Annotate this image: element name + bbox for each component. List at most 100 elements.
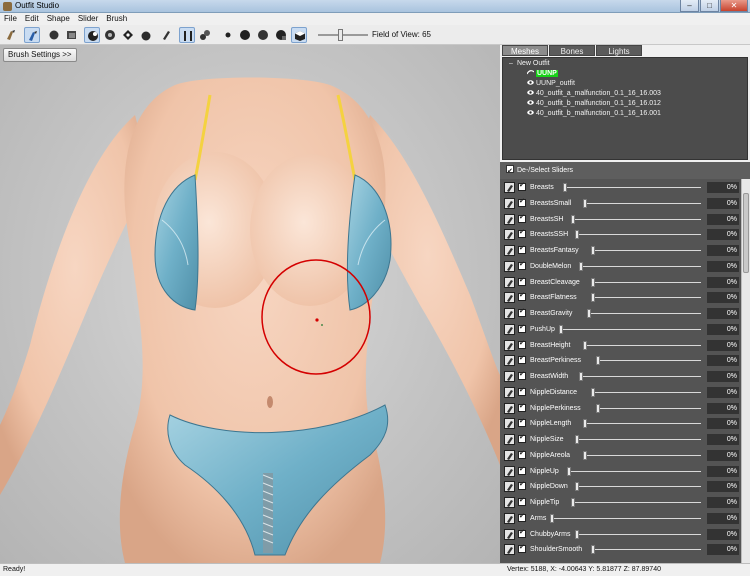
edit-slider-icon[interactable]	[504, 245, 515, 256]
slider-track[interactable]	[591, 281, 701, 283]
slider-checkbox[interactable]	[518, 496, 526, 506]
edit-slider-icon[interactable]	[504, 260, 515, 272]
eye-icon[interactable]	[527, 89, 534, 96]
slider-checkbox[interactable]	[518, 543, 526, 554]
slider-thumb[interactable]	[558, 324, 563, 334]
tree-item-outfit-b-012[interactable]: 40_outfit_b_malfunction_0.1_16_16.012	[527, 99, 661, 109]
tree-item-outfit-a-003[interactable]: 40_outfit_a_malfunction_0.1_16_16.003	[527, 89, 661, 99]
edit-slider-icon[interactable]	[504, 449, 515, 461]
slider-track[interactable]	[587, 313, 701, 314]
slider-value-field[interactable]: 0%	[707, 465, 739, 477]
slider-checkbox[interactable]	[518, 512, 526, 522]
slider-value-field[interactable]: 0%	[707, 292, 739, 304]
slider-value-field[interactable]: 0%	[707, 481, 739, 493]
tree-item-uunp-outfit[interactable]: UUNP_outfit	[527, 79, 575, 89]
edit-slider-icon[interactable]	[504, 229, 515, 241]
slider-checkbox[interactable]	[518, 449, 526, 459]
menu-shape[interactable]: Shape	[43, 13, 74, 25]
slider-value-field[interactable]: 0%	[707, 308, 739, 319]
eye-icon[interactable]	[527, 79, 534, 86]
menu-file[interactable]: File	[0, 13, 21, 25]
slider-value-field[interactable]: 0%	[707, 528, 739, 540]
edit-slider-icon[interactable]	[504, 544, 515, 556]
slider-checkbox[interactable]	[518, 528, 526, 538]
slider-value-field[interactable]: 0%	[707, 402, 739, 414]
slider-checkbox[interactable]	[518, 213, 526, 223]
slider-checkbox[interactable]	[518, 354, 526, 365]
slider-thumb[interactable]	[575, 482, 579, 492]
edit-slider-icon[interactable]	[504, 418, 515, 430]
vertex-view-icon[interactable]	[197, 27, 213, 43]
slider-checkbox[interactable]	[518, 291, 526, 302]
slider-value-field[interactable]: 0%	[707, 512, 739, 524]
edit-slider-icon[interactable]	[504, 481, 515, 493]
slider-checkbox[interactable]	[518, 276, 526, 286]
edit-slider-icon[interactable]	[504, 512, 515, 524]
slider-track[interactable]	[562, 187, 701, 188]
slider-checkbox[interactable]	[518, 228, 526, 239]
slider-thumb[interactable]	[575, 529, 579, 539]
slider-track[interactable]	[583, 454, 701, 456]
slider-value-field[interactable]: 0%	[707, 355, 739, 367]
slider-value-field[interactable]: 0%	[707, 386, 739, 398]
slider-track[interactable]	[575, 533, 701, 535]
slider-track[interactable]	[595, 407, 701, 409]
slider-track[interactable]	[595, 360, 701, 362]
slider-scrollbar-thumb[interactable]	[743, 193, 749, 273]
slider-value-field[interactable]: 0%	[707, 449, 739, 461]
slider-thumb[interactable]	[566, 466, 571, 476]
slider-track[interactable]	[591, 250, 701, 251]
edit-slider-icon[interactable]	[504, 308, 515, 319]
slider-value-field[interactable]: 0%	[707, 229, 739, 241]
xmirror-icon[interactable]	[158, 27, 174, 43]
eye-icon[interactable]	[527, 109, 534, 116]
slider-checkbox[interactable]	[518, 433, 526, 443]
collapse-icon[interactable]: –	[509, 59, 515, 69]
slider-thumb[interactable]	[579, 372, 584, 381]
edit-slider-icon[interactable]	[504, 339, 515, 351]
edit-slider-icon[interactable]	[504, 465, 515, 477]
mask-brush-icon[interactable]	[102, 27, 118, 43]
tree-item-uunp[interactable]: UUNP	[526, 69, 558, 79]
slider-value-field[interactable]: 0%	[707, 434, 739, 445]
edit-slider-icon[interactable]	[504, 292, 515, 304]
slider-track[interactable]	[583, 202, 701, 204]
slider-checkbox[interactable]	[518, 307, 526, 317]
tab-meshes[interactable]: Meshes	[502, 45, 548, 56]
tree-root[interactable]: – New Outfit	[509, 59, 550, 69]
undiff-brush-icon[interactable]	[120, 27, 136, 43]
slider-checkbox[interactable]	[518, 197, 526, 207]
slider-track[interactable]	[558, 328, 701, 330]
slider-scrollbar[interactable]	[741, 179, 750, 563]
slider-value-field[interactable]: 0%	[707, 197, 739, 209]
slider-track[interactable]	[566, 470, 701, 472]
slider-thumb[interactable]	[591, 545, 596, 555]
fov-slider-thumb[interactable]	[338, 29, 343, 41]
slider-checkbox[interactable]	[518, 480, 526, 491]
cube-view-icon[interactable]	[273, 27, 289, 43]
slider-checkbox[interactable]	[518, 370, 526, 380]
slider-track[interactable]	[575, 486, 701, 488]
select-all-checkbox[interactable]	[506, 163, 514, 180]
edit-slider-icon[interactable]	[504, 386, 515, 398]
inflate-brush-icon[interactable]	[24, 27, 40, 43]
deselect-sliders-toggle[interactable]: De-/Select Sliders	[500, 162, 750, 180]
slider-track[interactable]	[591, 549, 701, 551]
slider-value-field[interactable]: 0%	[707, 182, 739, 193]
slider-value-field[interactable]: 0%	[707, 418, 739, 430]
slider-thumb[interactable]	[595, 403, 600, 413]
slider-thumb[interactable]	[562, 183, 567, 192]
slider-thumb[interactable]	[570, 214, 575, 224]
slider-track[interactable]	[579, 265, 701, 267]
slider-value-field[interactable]: 0%	[707, 339, 739, 351]
edit-slider-icon[interactable]	[504, 197, 515, 209]
weight-brush-icon[interactable]	[138, 27, 154, 43]
edit-slider-icon[interactable]	[504, 528, 515, 540]
slider-checkbox[interactable]	[518, 260, 526, 270]
slider-thumb[interactable]	[583, 198, 588, 208]
3d-viewport[interactable]: Brush Settings >>	[0, 45, 500, 563]
slider-thumb[interactable]	[579, 261, 584, 271]
menu-edit[interactable]: Edit	[21, 13, 43, 25]
slider-thumb[interactable]	[583, 419, 588, 429]
edit-slider-icon[interactable]	[504, 213, 515, 225]
